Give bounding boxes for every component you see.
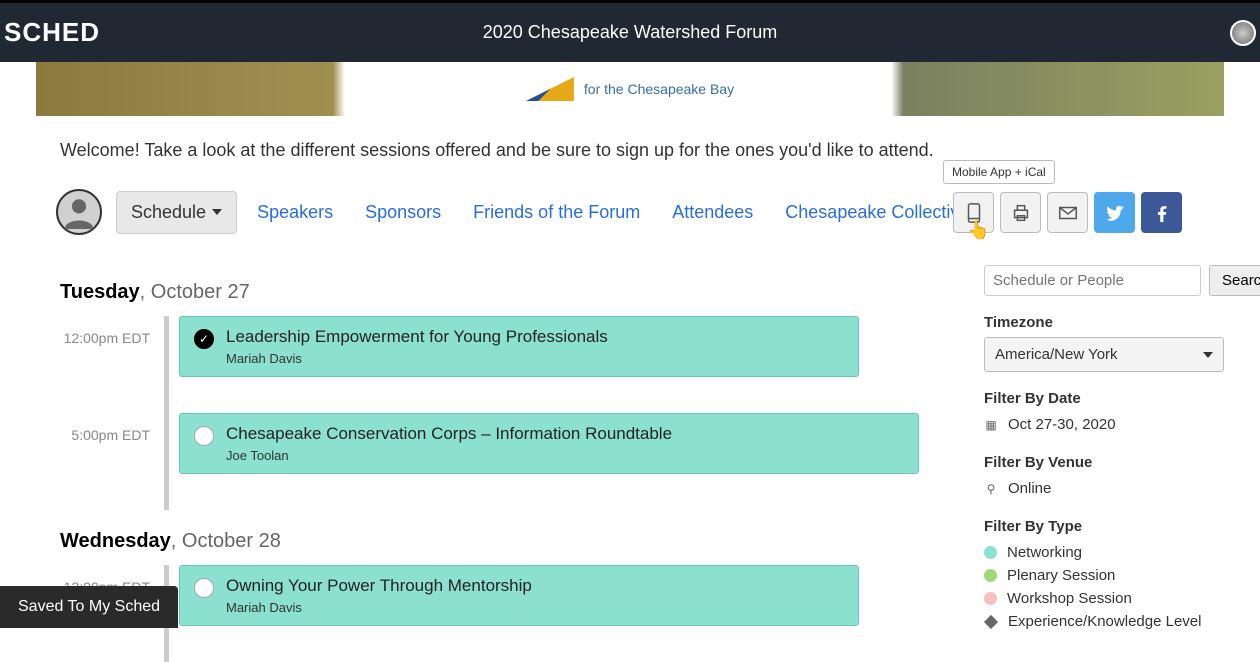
- filter-type-item[interactable]: Networking: [984, 541, 1224, 564]
- time-slot: 12:00pm EDTOwning Your Power Through Men…: [60, 565, 944, 662]
- day-heading: Tuesday, October 27: [60, 281, 944, 304]
- twitter-button[interactable]: [1094, 192, 1135, 233]
- banner-image: for the Chesapeake Bay: [36, 62, 1224, 116]
- schedule-list: Tuesday, October 27 12:00pm EDT ✓ Leadershi…: [36, 261, 984, 662]
- welcome-text: Welcome! Take a look at the different se…: [60, 140, 1224, 161]
- time-slot: 5:00pm EDT Chesapeake Conservation Corps …: [60, 413, 944, 510]
- filter-type-label: Plenary Session: [1007, 567, 1115, 584]
- session-speaker: Mariah Davis: [226, 351, 608, 366]
- event-title: 2020 Chesapeake Watershed Forum: [483, 22, 778, 43]
- color-dot-icon: [984, 592, 997, 605]
- banner-swoosh-icon: [526, 77, 574, 101]
- filter-type-item[interactable]: Plenary Session: [984, 564, 1224, 587]
- nav-friends[interactable]: Friends of the Forum: [461, 194, 652, 231]
- nav-attendees[interactable]: Attendees: [660, 194, 765, 231]
- user-avatar-small[interactable]: [1230, 20, 1256, 46]
- email-button[interactable]: [1047, 192, 1088, 233]
- schedule-dropdown[interactable]: Schedule: [116, 191, 237, 234]
- session-speaker: Mariah Davis: [226, 600, 532, 615]
- twitter-icon: [1104, 202, 1126, 224]
- tooltip: Mobile App + iCal: [943, 160, 1055, 184]
- search-input[interactable]: [984, 265, 1201, 296]
- banner-text: for the Chesapeake Bay: [584, 81, 734, 97]
- color-dot-icon: [984, 546, 997, 559]
- timeline-bar: [164, 316, 169, 413]
- envelope-icon: [1057, 202, 1079, 224]
- filter-venue-item[interactable]: ⚲ Online: [984, 477, 1224, 500]
- filter-type-label: Experience/Knowledge Level: [1008, 613, 1201, 630]
- filter-type-label: Workshop Session: [1007, 590, 1132, 607]
- facebook-button[interactable]: [1141, 192, 1182, 233]
- filter-type-heading: Filter By Type: [984, 518, 1224, 535]
- pin-icon: ⚲: [984, 482, 998, 496]
- schedule-dropdown-label: Schedule: [131, 202, 206, 223]
- filter-venue-heading: Filter By Venue: [984, 454, 1224, 471]
- filter-venue-value: Online: [1008, 480, 1051, 497]
- session-title: Chesapeake Conservation Corps – Informat…: [226, 424, 672, 444]
- timezone-select[interactable]: America/New York: [984, 337, 1224, 372]
- timezone-heading: Timezone: [984, 314, 1224, 331]
- facebook-icon: [1151, 202, 1173, 224]
- timeline-bar: [164, 413, 169, 510]
- session-card[interactable]: Chesapeake Conservation Corps – Informat…: [179, 413, 919, 474]
- user-avatar[interactable]: [56, 189, 102, 235]
- session-speaker: Joe Toolan: [226, 448, 672, 463]
- calendar-icon: ▦: [984, 418, 998, 432]
- time-slot: 12:00pm EDT ✓ Leadership Empowerment for Y…: [60, 316, 944, 413]
- session-card[interactable]: ✓ Leadership Empowerment for Young Profes…: [179, 316, 859, 377]
- person-icon: [62, 195, 96, 229]
- share-toolbar: Mobile App + iCal 👆: [953, 192, 1182, 233]
- print-button[interactable]: [1000, 192, 1041, 233]
- filter-date-heading: Filter By Date: [984, 390, 1224, 407]
- chevron-down-icon: [212, 209, 222, 215]
- printer-icon: [1010, 202, 1032, 224]
- color-dot-icon: [984, 569, 997, 582]
- session-checkbox[interactable]: [194, 426, 214, 446]
- filter-type-item[interactable]: Workshop Session: [984, 587, 1224, 610]
- slot-time: 5:00pm EDT: [60, 413, 150, 443]
- filter-date-value: Oct 27-30, 2020: [1008, 416, 1116, 433]
- session-title: Leadership Empowerment for Young Profess…: [226, 327, 608, 347]
- mobile-icon: [963, 202, 985, 224]
- day-heading: Wednesday, October 28: [60, 530, 944, 553]
- sidebar: Search Timezone America/New York Filter …: [984, 261, 1224, 662]
- slot-time: 12:00pm EDT: [60, 316, 150, 346]
- chevron-down-icon: [1203, 352, 1213, 358]
- mobile-ical-button[interactable]: [953, 192, 994, 233]
- session-card[interactable]: Owning Your Power Through Mentorship Mari…: [179, 565, 859, 626]
- filter-type-label: Networking: [1007, 544, 1082, 561]
- toast-notification: Saved To My Sched: [0, 586, 178, 628]
- session-title: Owning Your Power Through Mentorship: [226, 576, 532, 596]
- nav-collective[interactable]: Chesapeake Collective: [773, 194, 981, 231]
- session-checkbox[interactable]: ✓: [194, 329, 214, 349]
- nav-speakers[interactable]: Speakers: [245, 194, 345, 231]
- sched-logo[interactable]: SCHED: [4, 17, 100, 48]
- nav-sponsors[interactable]: Sponsors: [353, 194, 453, 231]
- timezone-value: America/New York: [995, 346, 1118, 363]
- tag-icon: [984, 614, 998, 628]
- search-button[interactable]: Search: [1209, 265, 1260, 296]
- filter-type-item[interactable]: Experience/Knowledge Level: [984, 610, 1224, 633]
- topbar: SCHED 2020 Chesapeake Watershed Forum: [0, 0, 1260, 62]
- session-checkbox[interactable]: [194, 578, 214, 598]
- filter-date-item[interactable]: ▦ Oct 27-30, 2020: [984, 413, 1224, 436]
